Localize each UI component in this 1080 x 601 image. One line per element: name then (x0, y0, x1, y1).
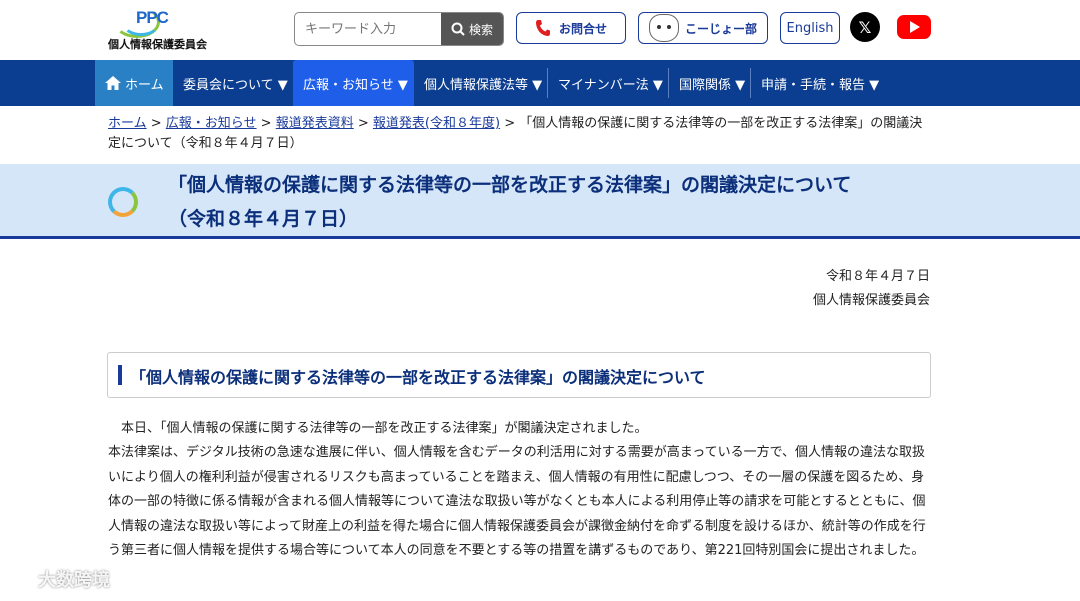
section-heading-box: 「個人情報の保護に関する法律等の一部を改正する法律案」の閣議決定について (107, 352, 931, 398)
breadcrumb-press[interactable]: 報道発表資料 (276, 116, 354, 131)
kojo-club-button[interactable]: こーじょー部 (638, 12, 768, 44)
phone-icon (535, 20, 550, 36)
nav-home-label: ホーム (125, 77, 164, 93)
watermark: 大数跨境 (10, 566, 110, 592)
breadcrumb: ホーム > 広報・お知らせ > 報道発表資料 > 報道発表(令和８年度) > 「… (108, 114, 928, 154)
ppc-logo[interactable]: PPC 個人情報保護委員会 (108, 6, 218, 52)
page-title: 「個人情報の保護に関する法律等の一部を改正する法律案」の閣議決定について （令和… (168, 168, 928, 236)
breadcrumb-press-r8[interactable]: 報道発表(令和８年度) (373, 116, 500, 131)
search-input[interactable] (295, 13, 451, 45)
release-info: 令和８年４月７日 個人情報保護委員会 (813, 265, 930, 313)
breadcrumb-separator: > (500, 116, 520, 131)
release-date: 令和８年４月７日 (825, 269, 930, 284)
contact-button[interactable]: お問合せ (516, 12, 626, 44)
paragraph-1: 本日、「個人情報の保護に関する法律等の一部を改正する法律案」が閣議決定されました… (108, 421, 648, 436)
nav-news-label: 広報・お知らせ ▼ (303, 77, 408, 93)
heading-accent-bar (118, 365, 122, 385)
nav-application[interactable]: 申請・手続・報告 ▼ (751, 60, 891, 106)
section-heading: 「個人情報の保護に関する法律等の一部を改正する法律案」の閣議決定について (130, 368, 706, 387)
search-icon (451, 22, 465, 36)
breadcrumb-news[interactable]: 広報・お知らせ (166, 116, 257, 131)
search-button-label: 検索 (468, 22, 493, 37)
search-button[interactable]: 検索 (441, 13, 503, 45)
nav-mynumber-label: マイナンバー法 ▼ (558, 77, 663, 93)
x-social-icon[interactable]: 𝕏 (850, 12, 880, 42)
page-title-line2: （令和８年４月７日） (168, 208, 359, 230)
search-box: 検索 (294, 12, 504, 46)
nav-international[interactable]: 国際関係 ▼ (669, 60, 751, 106)
nav-about-label: 委員会について ▼ (183, 77, 288, 93)
breadcrumb-home[interactable]: ホーム (108, 116, 147, 131)
paragraph-2: 本法律案は、デジタル技術の急速な進展に伴い、個人情報を含むデータの利活用に対する… (108, 445, 926, 559)
mascot-icon (648, 14, 679, 42)
english-label: English (786, 20, 834, 36)
youtube-icon[interactable] (897, 15, 931, 39)
site-header: PPC 個人情報保護委員会 検索 お問合せ こーじょー部 English 𝕏 (0, 0, 1080, 60)
kojo-label: こーじょー部 (684, 21, 757, 36)
nav-application-label: 申請・手続・報告 ▼ (761, 77, 880, 93)
logo-mark: PPC (136, 8, 169, 27)
article-body: 本日、「個人情報の保護に関する法律等の一部を改正する法律案」が閣議決定されました… (108, 417, 932, 563)
breadcrumb-separator: > (353, 116, 373, 131)
nav-law[interactable]: 個人情報保護法等 ▼ (414, 60, 547, 106)
page-title-line1: 「個人情報の保護に関する法律等の一部を改正する法律案」の閣議決定について (168, 174, 852, 196)
nav-international-label: 国際関係 ▼ (679, 77, 746, 93)
english-button[interactable]: English (780, 12, 840, 44)
nav-mynumber[interactable]: マイナンバー法 ▼ (548, 60, 668, 106)
global-nav: ホーム 委員会について ▼ 広報・お知らせ ▼ 個人情報保護法等 ▼ マイナンバ… (0, 60, 1080, 106)
nav-news[interactable]: 広報・お知らせ ▼ (293, 60, 414, 106)
logo-name: 個人情報保護委員会 (108, 38, 207, 51)
release-issuer: 個人情報保護委員会 (812, 293, 930, 308)
watermark-logo-icon (10, 571, 31, 587)
breadcrumb-separator: > (256, 116, 276, 131)
nav-about[interactable]: 委員会について ▼ (173, 60, 293, 106)
breadcrumb-separator: > (146, 116, 166, 131)
contact-label: お問合せ (558, 21, 607, 36)
home-icon (105, 76, 121, 90)
watermark-text: 大数跨境 (38, 570, 110, 591)
nav-law-label: 個人情報保護法等 ▼ (424, 77, 543, 93)
nav-home[interactable]: ホーム (95, 60, 173, 106)
ring-icon (108, 187, 138, 217)
